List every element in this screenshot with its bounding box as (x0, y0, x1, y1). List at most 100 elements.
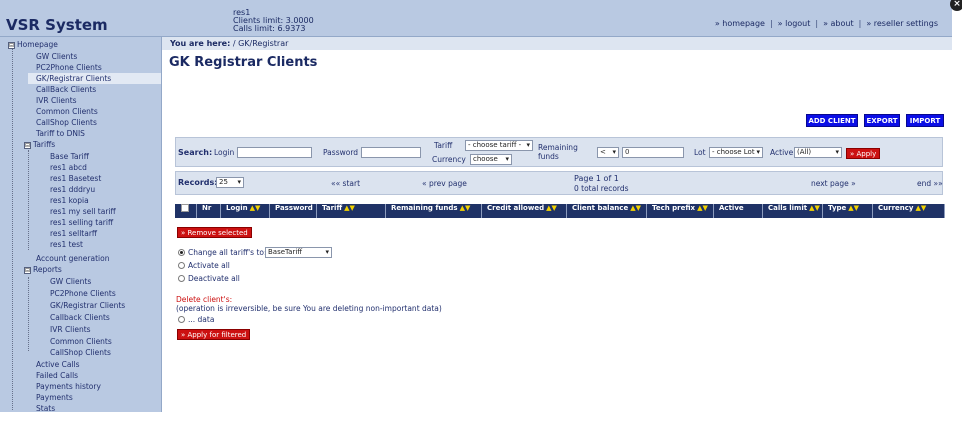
lot-select[interactable]: - choose Lot - (709, 147, 763, 158)
delete-warning-text: (operation is irreversible, be sure You … (176, 304, 442, 313)
currency-select[interactable]: choose (470, 154, 512, 165)
column-header[interactable]: Tariff ▲▼ (317, 204, 386, 218)
activate-all-option[interactable]: Activate all (178, 261, 230, 270)
user-info: res1 Clients limit: 3.0000 Calls limit: … (233, 9, 314, 33)
collapse-icon[interactable]: ⊟ (24, 267, 31, 274)
sort-icon[interactable]: ▲▼ (809, 204, 820, 212)
breadcrumb-prefix: You are here: (170, 39, 231, 48)
remaining-funds-input[interactable]: 0 (622, 147, 684, 158)
top-header: VSR System res1 Clients limit: 3.0000 Ca… (0, 0, 952, 37)
sidebar-item-tariffs[interactable]: ⊟ Tariffs (24, 139, 55, 150)
sidebar-item-report[interactable]: GW Clients (50, 276, 91, 287)
sidebar-item-label: Homepage (17, 40, 58, 49)
deactivate-all-radio[interactable] (178, 275, 185, 282)
sidebar-item-tariff[interactable]: res1 kopia (50, 195, 89, 206)
main-content: You are here: / GK/Registrar GK Registra… (162, 37, 952, 412)
sidebar-item-report[interactable]: Callback Clients (50, 312, 110, 323)
column-header[interactable]: Password (270, 204, 317, 218)
remaining-operator-select[interactable]: < (597, 147, 619, 158)
activate-all-radio[interactable] (178, 262, 185, 269)
sidebar-item-payments[interactable]: Payments (36, 392, 73, 403)
select-all-checkbox-cell (175, 204, 197, 218)
sort-icon[interactable]: ▲▼ (697, 204, 708, 212)
nav-homepage-link[interactable]: » homepage (715, 19, 765, 28)
column-header[interactable]: Calls limit ▲▼ (763, 204, 823, 218)
column-header[interactable]: Type ▲▼ (823, 204, 873, 218)
column-header[interactable]: Currency ▲▼ (873, 204, 945, 218)
apply-for-filtered-button[interactable]: » Apply for filtered (177, 329, 251, 340)
password-input[interactable] (361, 147, 421, 158)
delete-clients-heading: Delete client's: (176, 295, 233, 304)
sidebar-item-payments-history[interactable]: Payments history (36, 381, 101, 392)
sidebar-item-tariff[interactable]: res1 selling tariff (50, 217, 113, 228)
end-link[interactable]: end »» (917, 179, 943, 188)
sidebar-item-pc2phone-clients[interactable]: PC2Phone Clients (36, 62, 102, 73)
nav-reseller-settings-link[interactable]: » reseller settings (866, 19, 938, 28)
sort-icon[interactable]: ▲▼ (630, 204, 641, 212)
column-header[interactable]: Active (714, 204, 763, 218)
sidebar-item-callback-clients[interactable]: CallBack Clients (36, 84, 96, 95)
sidebar-item-failed-calls[interactable]: Failed Calls (36, 370, 78, 381)
remove-selected-button[interactable]: » Remove selected (177, 227, 252, 238)
sidebar-root-homepage[interactable]: ⊟ Homepage (8, 39, 58, 50)
column-header[interactable]: Tech prefix ▲▼ (647, 204, 714, 218)
tariff-select[interactable]: - choose tariff - (465, 140, 533, 151)
sidebar-item-callshop-clients[interactable]: CallShop Clients (36, 117, 97, 128)
column-header[interactable]: Credit allowed ▲▼ (482, 204, 567, 218)
sidebar-item-report[interactable]: GK/Registrar Clients (50, 300, 125, 311)
sidebar-item-tariff[interactable]: Base Tariff (50, 151, 89, 162)
prev-page-link[interactable]: « prev page (422, 179, 467, 188)
sort-icon[interactable]: ▲▼ (848, 204, 859, 212)
sidebar-item-active-calls[interactable]: Active Calls (36, 359, 80, 370)
add-client-button[interactable]: ADD CLIENT (806, 114, 858, 127)
sidebar-item-tariff[interactable]: res1 dddryu (50, 184, 95, 195)
sidebar-item-tariff[interactable]: res1 my sell tariff (50, 206, 116, 217)
nav-logout-link[interactable]: » logout (778, 19, 811, 28)
sidebar-item-account-generation[interactable]: Account generation (36, 253, 109, 264)
sort-icon[interactable]: ▲▼ (250, 204, 261, 212)
sidebar-item-tariff[interactable]: res1 abcd (50, 162, 87, 173)
login-input[interactable] (237, 147, 312, 158)
next-page-link[interactable]: next page » (811, 179, 856, 188)
sort-icon[interactable]: ▲▼ (915, 204, 926, 212)
sidebar-item-gk-registrar-clients[interactable]: GK/Registrar Clients (28, 73, 161, 84)
change-tariff-radio[interactable] (178, 249, 185, 256)
data-radio[interactable] (178, 316, 185, 323)
change-tariff-select[interactable]: BaseTariff (265, 247, 332, 258)
sidebar-item-tariff[interactable]: res1 selltarff (50, 228, 97, 239)
sidebar-item-gw-clients[interactable]: GW Clients (36, 51, 77, 62)
deactivate-all-option[interactable]: Deactivate all (178, 274, 240, 283)
export-button[interactable]: EXPORT (864, 114, 900, 127)
active-select[interactable]: (All) (794, 147, 842, 158)
sidebar-item-report[interactable]: IVR Clients (50, 324, 91, 335)
breadcrumb-path[interactable]: / GK/Registrar (233, 39, 289, 48)
sidebar-item-report[interactable]: Common Clients (50, 336, 112, 347)
change-tariff-option[interactable]: Change all tariff's to: (178, 248, 267, 257)
sidebar-item-report[interactable]: PC2Phone Clients (50, 288, 116, 299)
column-header[interactable]: Client balance ▲▼ (567, 204, 647, 218)
sort-icon[interactable]: ▲▼ (344, 204, 355, 212)
data-option[interactable]: ... data (178, 315, 214, 324)
close-icon[interactable]: × (950, 0, 962, 11)
sidebar-item-tariff[interactable]: res1 Basetest (50, 173, 101, 184)
sidebar-item-report[interactable]: CallShop Clients (50, 347, 111, 358)
sidebar-item-tariff[interactable]: res1 test (50, 239, 83, 250)
sidebar-item-tariff-to-dnis[interactable]: Tariff to DNIS (36, 128, 85, 139)
column-header[interactable]: Remaining funds ▲▼ (386, 204, 482, 218)
sidebar-item-stats[interactable]: Stats (36, 403, 55, 414)
sort-icon[interactable]: ▲▼ (460, 204, 471, 212)
sidebar-item-ivr-clients[interactable]: IVR Clients (36, 95, 77, 106)
sidebar-item-reports[interactable]: ⊟ Reports (24, 264, 62, 275)
apply-button[interactable]: » Apply (846, 148, 881, 159)
collapse-icon[interactable]: ⊟ (24, 142, 31, 149)
import-button[interactable]: IMPORT (906, 114, 944, 127)
collapse-icon[interactable]: ⊟ (8, 42, 15, 49)
records-per-page-select[interactable]: 25 (216, 177, 244, 188)
start-link[interactable]: «« start (331, 179, 360, 188)
column-header[interactable]: Login ▲▼ (221, 204, 270, 218)
column-header[interactable]: Nr (197, 204, 221, 218)
sort-icon[interactable]: ▲▼ (546, 204, 557, 212)
select-all-checkbox[interactable] (181, 204, 189, 212)
nav-about-link[interactable]: » about (823, 19, 854, 28)
sidebar-item-common-clients[interactable]: Common Clients (36, 106, 98, 117)
